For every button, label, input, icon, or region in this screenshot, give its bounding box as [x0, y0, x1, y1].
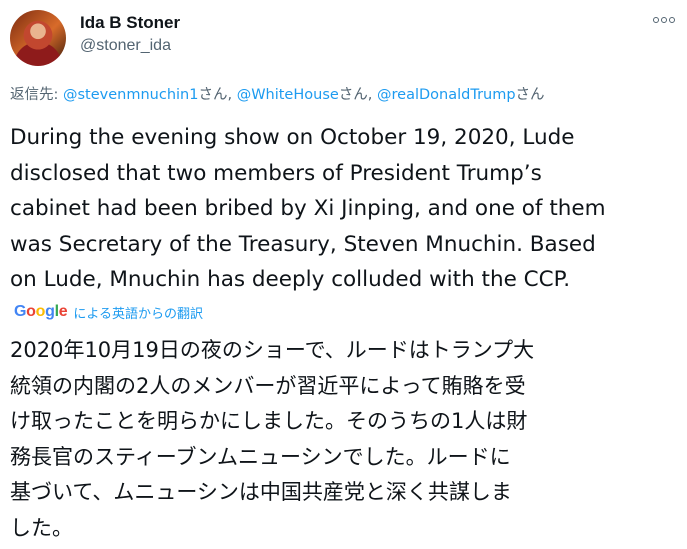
mention-link[interactable]: @realDonaldTrump [377, 87, 516, 103]
tweet-header: Ida B Stoner @stoner_ida [10, 10, 677, 66]
translation-credit-text[interactable]: による英語からの翻訳 [73, 303, 203, 322]
author-display-name[interactable]: Ida B Stoner [80, 13, 180, 33]
translated-line: 基づいて、ムニューシンは中国共産党と深く共謀しま [10, 480, 512, 504]
avatar[interactable] [10, 10, 66, 66]
mention-link[interactable]: @WhiteHouse [237, 87, 339, 103]
translation-credit[interactable]: Google による英語からの翻訳 [14, 302, 203, 322]
translated-text: 2020年10月19日の夜のショーで、ルードはトランプ大 統領の内閣の2人のメン… [10, 333, 682, 546]
reply-to-line: 返信先: @stevenmnuchin1さん, @WhiteHouseさん, @… [10, 83, 545, 104]
google-logo: Google [14, 303, 68, 320]
reply-prefix: 返信先: [10, 87, 63, 103]
translated-line: け取ったことを明らかにしました。そのうちの1人は財 [10, 409, 528, 433]
author-handle[interactable]: @stoner_ida [80, 37, 171, 55]
more-horizontal-icon[interactable] [651, 10, 677, 30]
tweet-line: During the evening show on October 19, 2… [10, 125, 575, 150]
translated-line: した。 [10, 515, 73, 540]
mention-link[interactable]: @stevenmnuchin1 [63, 87, 198, 103]
tweet-line: on Lude, Mnuchin has deeply colluded wit… [10, 267, 571, 292]
mention-suffix: さん [515, 87, 545, 103]
tweet-line: was Secretary of the Treasury, Steven Mn… [10, 231, 596, 257]
tweet-line: cabinet had been bribed by Xi Jinping, a… [10, 196, 606, 221]
translated-line: 統領の内閣の2人のメンバーが習近平によって賄賂を受 [10, 373, 526, 398]
translated-line: 務長官のスティーブンムニューシンでした。ルードに [10, 444, 511, 469]
tweet-line: disclosed that two members of President … [10, 160, 542, 186]
tweet-text: During the evening show on October 19, 2… [10, 120, 680, 298]
mention-suffix: さん, [338, 87, 378, 103]
mention-suffix: さん, [198, 87, 237, 103]
translated-line: 2020年10月19日の夜のショーで、ルードはトランプ大 [10, 338, 535, 362]
